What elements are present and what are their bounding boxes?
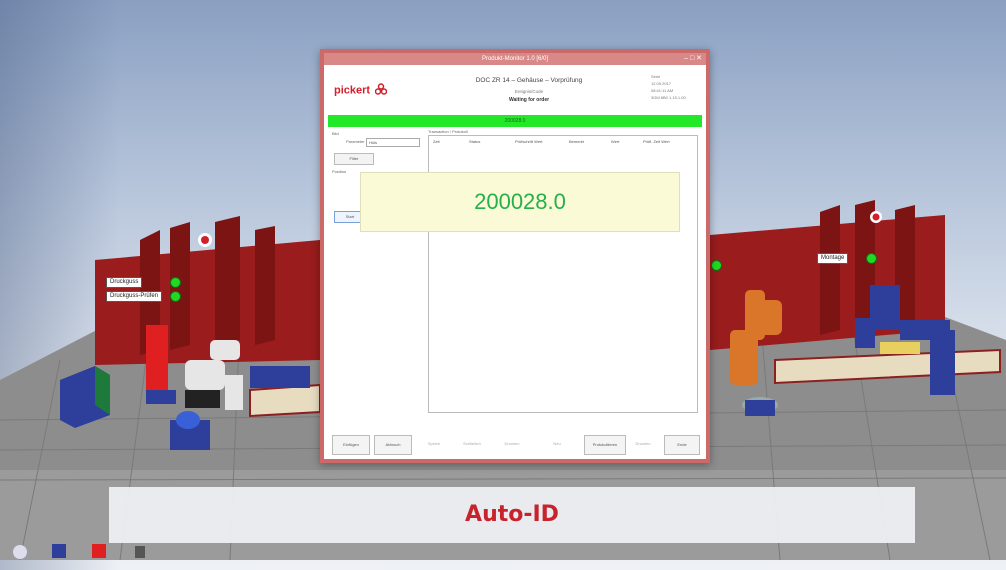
conveyor-left [249, 383, 321, 418]
bottom-button-row: Einfügen Abbruch Speich Schließen Drucke… [330, 435, 700, 457]
einfuegen-button[interactable]: Einfügen [332, 435, 370, 455]
status-bar-value: 200028.0 [504, 118, 526, 124]
table-header[interactable]: Status [469, 139, 480, 144]
window-titlebar[interactable]: Produkt-Monitor 1.0 [6/0] – □ ✕ [324, 53, 706, 65]
pickert-logo: pickert [334, 83, 388, 98]
table-header[interactable]: Wert [611, 139, 619, 144]
window-title: Produkt-Monitor 1.0 [6/0] [481, 56, 549, 62]
status-bar: 200028.0 [328, 115, 702, 127]
auto-id-readout: 200028.0 [360, 172, 680, 232]
station-label-druckguss-pruefen: Druckguss-Prüfen [106, 291, 163, 302]
table-header[interactable]: Zeit [433, 139, 440, 144]
drucken-button-2: Drucken [635, 441, 651, 446]
caption-text: Auto-ID [465, 502, 559, 527]
ende-button[interactable]: Ende [664, 435, 700, 455]
station-label-druckguss: Druckguss [106, 277, 143, 288]
abbruch-button[interactable]: Abbruch [374, 435, 412, 455]
position-label: Position [332, 169, 347, 174]
table-header[interactable]: Prüfl. Zeit Wert [643, 139, 670, 144]
info-line: Serie [651, 74, 661, 79]
speich-button: Speich [427, 441, 441, 446]
drucken-button: Drucken [504, 441, 520, 446]
pickert-logo-icon [374, 83, 388, 98]
order-status: Waiting for order [508, 97, 550, 103]
station-label-montage: Montage [817, 253, 849, 264]
info-line: 12.09.2017 [651, 81, 672, 86]
red-tower [146, 325, 168, 390]
product-subtitle: Ereignis/Code [514, 89, 544, 94]
product-title: DOC ZR 14 – Gehäuse – Vorprüfung [475, 77, 583, 84]
filter-button[interactable]: Filter [334, 153, 374, 165]
auto-id-value: 200028.0 [474, 189, 566, 214]
status-lamp-icon [866, 253, 877, 264]
logo-text: pickert [334, 84, 371, 97]
header-info: Serie 12.09.2017 08:41:11 AM 3GM 6B0 1.1… [651, 73, 686, 101]
neu-button: Neu [553, 441, 561, 446]
table-header[interactable]: Bemerkt [569, 139, 584, 144]
table-header[interactable]: Prüfschritt Wert [515, 139, 543, 144]
protokollieren-button[interactable]: Protokollieren [584, 435, 626, 455]
left-group-label: Bild [332, 131, 339, 136]
status-lamp-icon [170, 291, 181, 302]
product-monitor-window: Produkt-Monitor 1.0 [6/0] – □ ✕ pickert … [320, 49, 710, 463]
window-controls[interactable]: – □ ✕ [684, 54, 702, 64]
caption-banner: Auto-ID [109, 487, 915, 543]
parameter-select[interactable]: Hüls [366, 138, 420, 147]
info-line: 3GM 6B0 1.15.1.00 [651, 95, 686, 100]
parameter-label: Parameter [346, 139, 365, 144]
table-label: Transaction / Protokoll [428, 129, 468, 134]
status-lamp-icon [170, 277, 181, 288]
blue-block [250, 366, 310, 388]
schliessen-button: Schließen [463, 441, 481, 446]
status-lamp-icon [711, 260, 722, 271]
info-line: 08:41:11 AM [651, 88, 674, 93]
